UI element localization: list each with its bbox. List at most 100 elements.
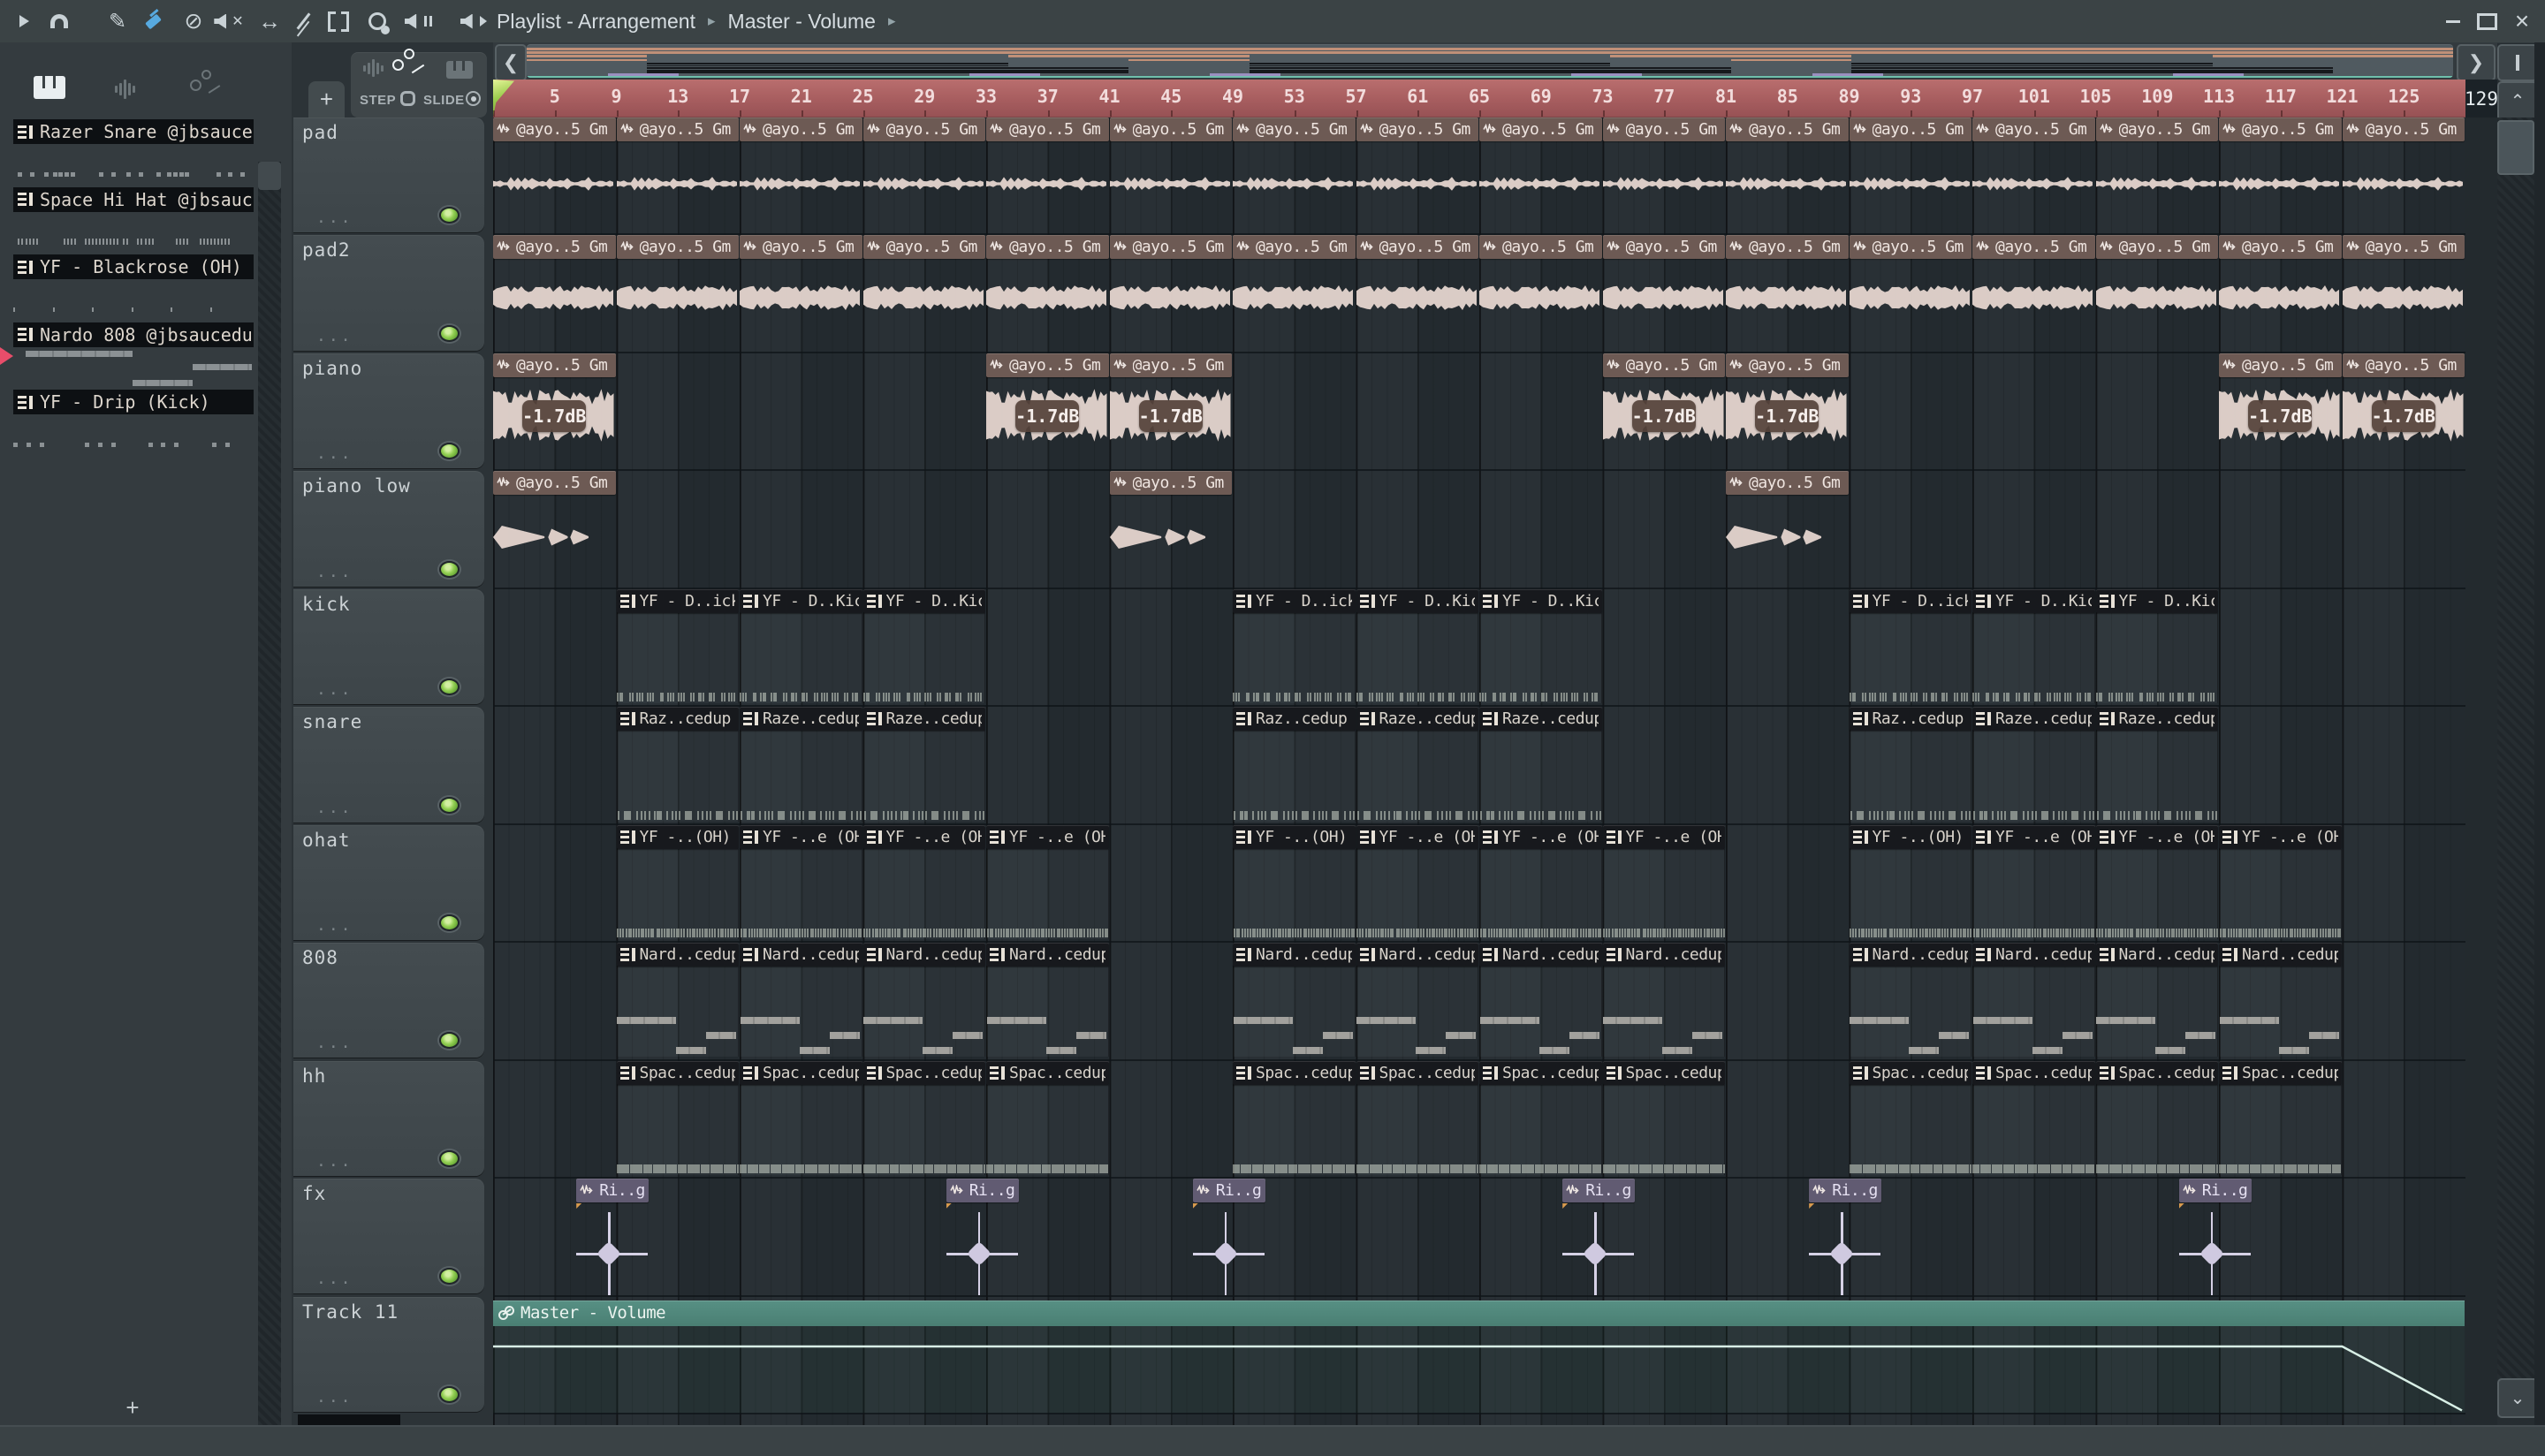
- timeline-ruler[interactable]: 5 9 13 17 21 25 29 33 37 41 45 49 53 57 61 65 69 73 77 81 85…: [493, 80, 2465, 118]
- clip-header[interactable]: Raze..cedup: [1479, 707, 1602, 732]
- select-icon[interactable]: [323, 0, 353, 42]
- track-mute-led[interactable]: [439, 1268, 460, 1285]
- pattern-clip-808[interactable]: Nard..cedup: [616, 943, 739, 1058]
- clip-header[interactable]: @ayo..5 Gm: [1726, 471, 1849, 496]
- pattern-clip-kick[interactable]: YF - D..Kick): [740, 588, 862, 705]
- track-header-pad2[interactable]: pad2...: [293, 235, 484, 351]
- clip-header[interactable]: @ayo..5 Gm: [1109, 353, 1232, 377]
- clip-header[interactable]: Raze..cedup: [1356, 707, 1478, 732]
- pattern-clip-kick[interactable]: YF - D..Kick): [2095, 588, 2218, 705]
- add-pattern-button[interactable]: +: [115, 1394, 150, 1421]
- clip-header[interactable]: @ayo..5 Gm: [493, 235, 616, 260]
- audio-clip-piano[interactable]: @ayo..5 Gm -1.7dB: [986, 353, 1109, 469]
- scroll-up-button[interactable]: ⌃: [2497, 81, 2538, 121]
- pattern-clip-hh[interactable]: Spac..cedup: [740, 1060, 862, 1177]
- clip-header[interactable]: YF -..e (OH): [862, 824, 985, 849]
- track-mute-led[interactable]: [439, 1032, 460, 1050]
- clip-header[interactable]: Spac..cedup: [740, 1060, 862, 1085]
- clip-header[interactable]: @ayo..5 Gm: [493, 471, 616, 496]
- audio-clip-piano-low[interactable]: @ayo..5 Gm: [1726, 471, 1849, 587]
- pattern-clip-ohat[interactable]: YF -..e (OH): [740, 824, 862, 941]
- clip-header[interactable]: Ri..go: [1192, 1179, 1265, 1202]
- clip-header[interactable]: @ayo..5 Gm: [1109, 471, 1232, 496]
- clip-header[interactable]: @ayo..5 Gm: [862, 235, 985, 260]
- fx-clip-fx[interactable]: Ri..go: [1809, 1179, 1882, 1295]
- pattern-clip-ohat[interactable]: YF -..e (OH): [862, 824, 985, 941]
- track-options-dots[interactable]: ...: [316, 563, 353, 581]
- clip-header[interactable]: Raz..cedup: [1233, 707, 1356, 732]
- clip-header[interactable]: Spac..cedup: [862, 1060, 985, 1085]
- audio-clip-pad[interactable]: @ayo..5 Gm: [1356, 118, 1478, 233]
- clip-header[interactable]: YF -..e (OH): [986, 824, 1109, 849]
- pattern-clip-808[interactable]: Nard..cedup: [986, 943, 1109, 1058]
- track-mute-led[interactable]: [439, 1385, 460, 1403]
- pattern-clip-hh[interactable]: Spac..cedup: [1849, 1060, 1971, 1177]
- track-header-piano-low[interactable]: piano low...: [293, 471, 484, 587]
- clip-header[interactable]: Nard..cedup: [1849, 943, 1971, 967]
- audio-clip-pad[interactable]: @ayo..5 Gm: [862, 118, 985, 233]
- clip-header[interactable]: YF -..e (OH): [2219, 824, 2342, 849]
- audio-clip-pad[interactable]: @ayo..5 Gm: [493, 118, 616, 233]
- track-options-dots[interactable]: ...: [316, 444, 353, 463]
- clip-header[interactable]: @ayo..5 Gm: [1602, 235, 1725, 260]
- audio-clip-piano[interactable]: @ayo..5 Gm -1.7dB: [1109, 353, 1232, 469]
- clip-header[interactable]: @ayo..5 Gm: [1109, 118, 1232, 141]
- audio-clip-pad2[interactable]: @ayo..5 Gm: [2342, 235, 2465, 351]
- clip-header[interactable]: Ri..go: [2178, 1179, 2252, 1202]
- audio-clip-pad[interactable]: @ayo..5 Gm: [616, 118, 739, 233]
- playhead-flag[interactable]: [493, 80, 514, 117]
- audio-clip-pad[interactable]: @ayo..5 Gm: [986, 118, 1109, 233]
- scroll-end-button[interactable]: [2497, 44, 2538, 81]
- track-mute-led[interactable]: [439, 1149, 460, 1167]
- clip-header[interactable]: @ayo..5 Gm: [1726, 235, 1849, 260]
- minimize-button[interactable]: [2437, 0, 2469, 42]
- audio-clip-pad[interactable]: @ayo..5 Gm: [1972, 118, 2095, 233]
- pattern-clip-kick[interactable]: YF - D..Kick): [1356, 588, 1478, 705]
- clip-header[interactable]: @ayo..5 Gm: [1849, 118, 1971, 141]
- clip-header[interactable]: Spac..cedup: [1233, 1060, 1356, 1085]
- clip-header[interactable]: Nard..cedup: [1356, 943, 1478, 967]
- audio-clip-pad[interactable]: @ayo..5 Gm: [1849, 118, 1971, 233]
- pattern-clip-ohat[interactable]: YF -..(OH): [1849, 824, 1971, 941]
- clip-header[interactable]: @ayo..5 Gm: [862, 118, 985, 141]
- pattern-clip-kick[interactable]: YF - D..Kick): [1479, 588, 1602, 705]
- pattern-clip-kick[interactable]: YF - D..Kick): [862, 588, 985, 705]
- add-track-tab[interactable]: +: [308, 81, 345, 118]
- clip-header[interactable]: YF -..e (OH): [1356, 824, 1478, 849]
- fx-clip-fx[interactable]: Ri..go: [2178, 1179, 2252, 1295]
- clip-header[interactable]: Nard..cedup: [1602, 943, 1725, 967]
- pattern-clip-ohat[interactable]: YF -..e (OH): [1479, 824, 1602, 941]
- pattern-clip-snare[interactable]: Raz..cedup: [1233, 707, 1356, 823]
- vertical-scrollbar[interactable]: [2497, 118, 2534, 1378]
- clip-header[interactable]: @ayo..5 Gm: [2342, 235, 2465, 260]
- audio-clip-pad2[interactable]: @ayo..5 Gm: [2095, 235, 2218, 351]
- track-options-dots[interactable]: ...: [316, 916, 353, 935]
- track-header-hh[interactable]: hh...: [293, 1060, 484, 1176]
- clip-header[interactable]: Spac..cedup: [1479, 1060, 1602, 1085]
- clip-header[interactable]: Nard..cedup: [1972, 943, 2095, 967]
- pattern-chip-3[interactable]: Nardo 808 @jbsaucedup: [13, 322, 254, 347]
- pattern-clip-ohat[interactable]: YF -..e (OH): [1972, 824, 2095, 941]
- clip-header[interactable]: Nard..cedup: [1479, 943, 1602, 967]
- pattern-clip-808[interactable]: Nard..cedup: [1356, 943, 1478, 1058]
- audio-clip-pad[interactable]: @ayo..5 Gm: [1109, 118, 1232, 233]
- track-mute-led[interactable]: [439, 443, 460, 460]
- audio-clip-pad[interactable]: @ayo..5 Gm: [1602, 118, 1725, 233]
- track-options-dots[interactable]: ...: [316, 327, 353, 345]
- clip-header[interactable]: Spac..cedup: [1356, 1060, 1478, 1085]
- slide-toggle[interactable]: [466, 91, 481, 106]
- pattern-clip-ohat[interactable]: YF -..(OH): [1233, 824, 1356, 941]
- fx-clip-fx[interactable]: Ri..go: [576, 1179, 650, 1295]
- clip-header[interactable]: Spac..cedup: [616, 1060, 739, 1085]
- track-options-dots[interactable]: ...: [316, 209, 353, 227]
- track-header-ohat[interactable]: ohat...: [293, 824, 484, 941]
- clip-header[interactable]: YF - D..Kick): [1972, 588, 2095, 613]
- clip-header[interactable]: @ayo..5 Gm: [1849, 235, 1971, 260]
- clip-header[interactable]: @ayo..5 Gm: [1109, 235, 1232, 260]
- pattern-clip-snare[interactable]: Raze..cedup: [740, 707, 862, 823]
- horizontal-scrollbar-thumb[interactable]: [527, 44, 2453, 78]
- clip-header[interactable]: @ayo..5 Gm: [1233, 235, 1356, 260]
- step-toggle[interactable]: [400, 91, 415, 106]
- scroll-down-button[interactable]: ⌄: [2497, 1378, 2538, 1418]
- clip-header[interactable]: YF -..e (OH): [2095, 824, 2218, 849]
